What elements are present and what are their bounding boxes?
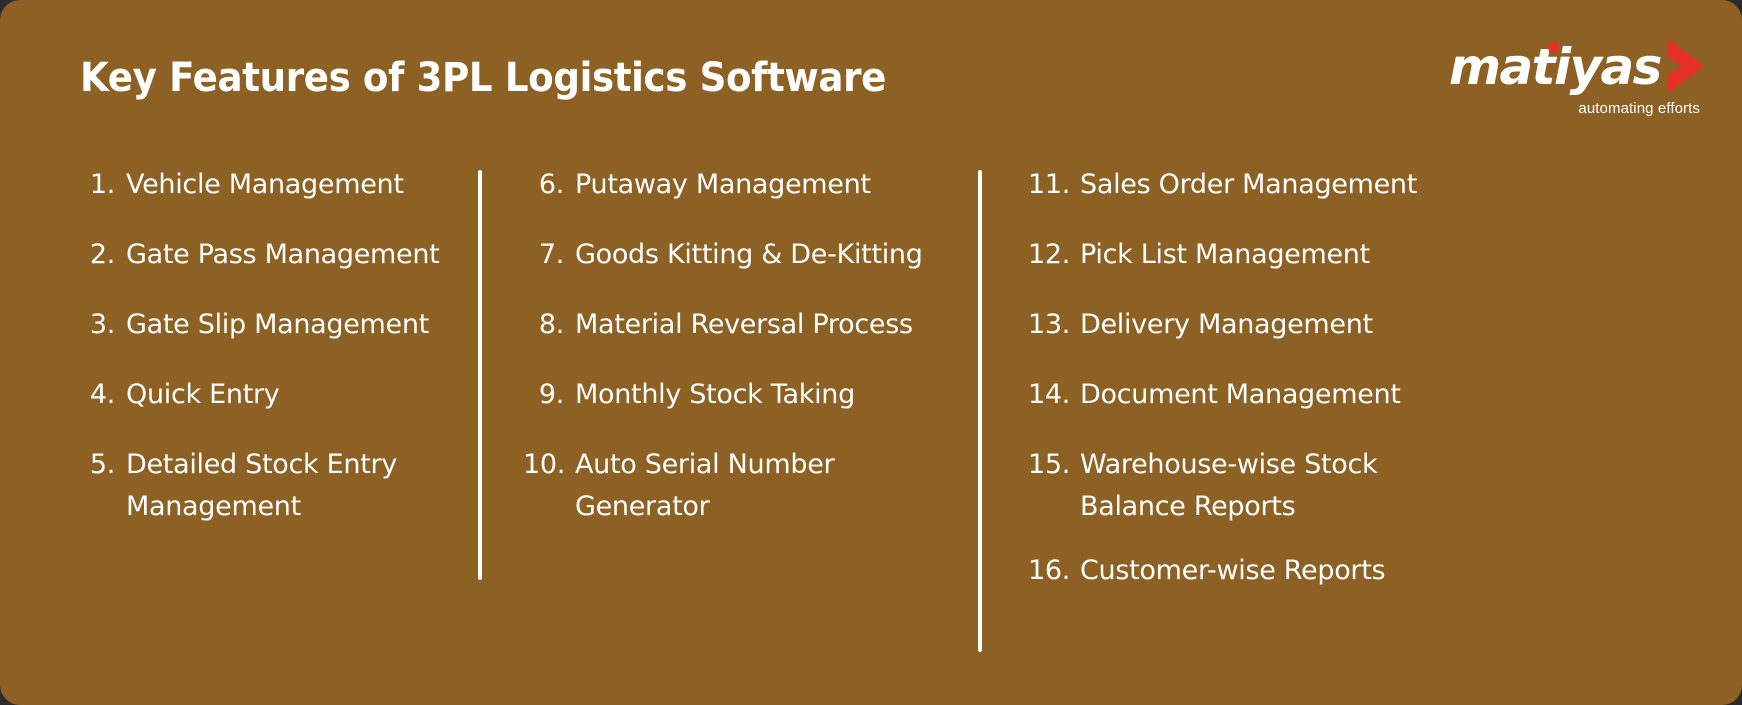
list-item-number: 13. bbox=[1028, 309, 1071, 340]
list-item: 6. Putaway Management bbox=[523, 164, 978, 206]
list-item-label: Gate Pass Management bbox=[126, 239, 440, 270]
column-divider-2 bbox=[978, 170, 982, 652]
list-item-label: Goods Kitting & De-Kitting bbox=[575, 239, 923, 270]
logo-tagline: automating efforts bbox=[1578, 100, 1700, 117]
list-item-number: 16. bbox=[1028, 555, 1071, 586]
list-item-number: 1. bbox=[89, 169, 115, 200]
list-item: 16. Customer-wise Reports bbox=[1028, 550, 1498, 592]
list-item-number: 14. bbox=[1028, 379, 1071, 410]
dot-icon bbox=[1548, 42, 1559, 53]
list-item-label: Document Management bbox=[1080, 379, 1401, 410]
feature-list-3: 11. Sales Order Management 12. Pick List… bbox=[1028, 164, 1498, 592]
list-item-number: 3. bbox=[89, 309, 115, 340]
list-item: 10. Auto Serial Number Generator bbox=[523, 444, 978, 528]
header: Key Features of 3PL Logistics Software m… bbox=[0, 0, 1742, 150]
list-item: 2. Gate Pass Management bbox=[74, 234, 478, 276]
list-item-number: 7. bbox=[538, 239, 564, 270]
list-item: 15. Warehouse-wise Stock Balance Reports bbox=[1028, 444, 1498, 528]
list-item: 7. Goods Kitting & De-Kitting bbox=[523, 234, 978, 276]
feature-column-3: 11. Sales Order Management 12. Pick List… bbox=[978, 150, 1498, 652]
list-item-label: Delivery Management bbox=[1080, 309, 1373, 340]
list-item-number: 5. bbox=[89, 449, 115, 480]
feature-columns: 1. Vehicle Management 2. Gate Pass Manag… bbox=[0, 150, 1742, 705]
list-item-number: 11. bbox=[1028, 169, 1071, 200]
list-item: 8. Material Reversal Process bbox=[523, 304, 978, 346]
list-item-label: Auto Serial Number Generator bbox=[575, 449, 835, 522]
infographic-poster: Key Features of 3PL Logistics Software m… bbox=[0, 0, 1742, 705]
list-item: 4. Quick Entry bbox=[74, 374, 478, 416]
list-item-number: 4. bbox=[89, 379, 115, 410]
logo-wordmark-row: matiyas bbox=[1449, 36, 1707, 98]
list-item-label: Material Reversal Process bbox=[575, 309, 913, 340]
list-item: 14. Document Management bbox=[1028, 374, 1498, 416]
page-title: Key Features of 3PL Logistics Software bbox=[80, 55, 886, 101]
list-item-number: 2. bbox=[89, 239, 115, 270]
list-item: 5. Detailed Stock Entry Management bbox=[74, 444, 478, 528]
list-item-label: Customer-wise Reports bbox=[1080, 555, 1386, 586]
list-item-label: Pick List Management bbox=[1080, 239, 1370, 270]
list-item: 13. Delivery Management bbox=[1028, 304, 1498, 346]
feature-column-1: 1. Vehicle Management 2. Gate Pass Manag… bbox=[0, 150, 478, 550]
list-item-number: 10. bbox=[523, 449, 566, 480]
chevron-right-icon bbox=[1663, 37, 1707, 100]
column-divider-1 bbox=[478, 170, 482, 580]
list-item: 9. Monthly Stock Taking bbox=[523, 374, 978, 416]
list-item-label: Gate Slip Management bbox=[126, 309, 429, 340]
list-item-label: Vehicle Management bbox=[126, 169, 404, 200]
feature-list-1: 1. Vehicle Management 2. Gate Pass Manag… bbox=[74, 164, 478, 528]
list-item-label: Warehouse-wise Stock Balance Reports bbox=[1080, 449, 1378, 522]
list-item-label: Quick Entry bbox=[126, 379, 280, 410]
brand-logo: matiyas automating efforts bbox=[1449, 36, 1704, 132]
feature-list-2: 6. Putaway Management 7. Goods Kitting &… bbox=[523, 164, 978, 528]
list-item: 11. Sales Order Management bbox=[1028, 164, 1498, 206]
list-item-number: 9. bbox=[538, 379, 564, 410]
list-item: 1. Vehicle Management bbox=[74, 164, 478, 206]
list-item-label: Putaway Management bbox=[575, 169, 871, 200]
list-item-number: 15. bbox=[1028, 449, 1071, 480]
feature-column-2: 6. Putaway Management 7. Goods Kitting &… bbox=[478, 150, 978, 580]
list-item: 3. Gate Slip Management bbox=[74, 304, 478, 346]
list-item-label: Detailed Stock Entry Management bbox=[126, 449, 398, 522]
list-item-number: 6. bbox=[538, 169, 564, 200]
list-item-number: 12. bbox=[1028, 239, 1071, 270]
list-item-number: 8. bbox=[538, 309, 564, 340]
list-item-label: Monthly Stock Taking bbox=[575, 379, 855, 410]
list-item-label: Sales Order Management bbox=[1080, 169, 1418, 200]
list-item: 12. Pick List Management bbox=[1028, 234, 1498, 276]
